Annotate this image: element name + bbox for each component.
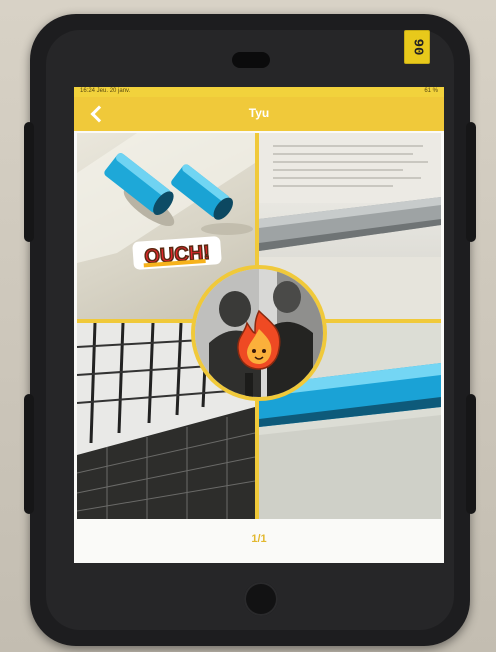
status-battery: 61 % — [424, 88, 438, 94]
case-bumper-right-bottom — [466, 394, 476, 514]
page-title: Tyu — [248, 106, 270, 120]
case-bumper-left-top — [24, 122, 34, 242]
nav-bar: Tyu — [74, 97, 444, 131]
case-label-text: 90 — [409, 38, 425, 56]
center-circle-photo[interactable] — [189, 263, 329, 403]
page-indicator: 1/1 — [251, 533, 267, 545]
status-bar: 16:24 Jeu. 20 janv. 61 % — [74, 87, 444, 97]
case-label-sticker: 90 — [404, 30, 430, 64]
home-button[interactable] — [244, 582, 278, 616]
photo-collage: OUCH! — [77, 133, 441, 519]
case-bumper-left-bottom — [24, 394, 34, 514]
case-bumper-right-top — [466, 122, 476, 242]
status-time: 16:24 Jeu. 20 janv. — [80, 88, 131, 94]
front-camera — [232, 52, 270, 68]
tablet-screen: 16:24 Jeu. 20 janv. 61 % Tyu OUCH! 1/1 — [74, 87, 444, 563]
